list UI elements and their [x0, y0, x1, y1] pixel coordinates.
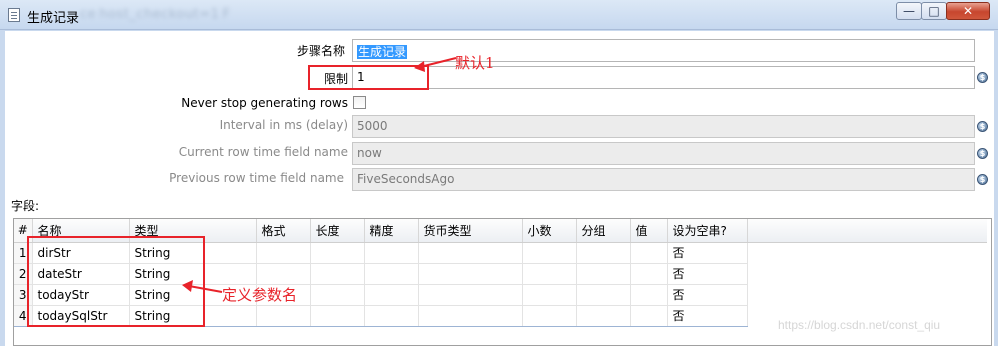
value-cell[interactable]	[630, 284, 668, 306]
column-header[interactable]: 格式	[256, 219, 311, 243]
column-header[interactable]: 设为空串?	[667, 219, 748, 243]
length-cell[interactable]	[310, 305, 365, 327]
format-cell[interactable]	[256, 305, 311, 327]
currency-cell[interactable]	[418, 263, 523, 285]
variable-icon[interactable]: $	[977, 148, 988, 159]
length-cell[interactable]	[310, 242, 365, 264]
limit-highlight-box	[308, 65, 429, 90]
column-header[interactable]: 分组	[576, 219, 631, 243]
fields-section-label: 字段:	[11, 199, 40, 213]
previous-field-input[interactable]: FiveSecondsAgo	[352, 168, 975, 191]
currency-cell[interactable]	[418, 284, 523, 306]
filler-cell	[747, 242, 987, 263]
value-cell[interactable]	[630, 305, 668, 327]
params-annotation: 定义参数名	[222, 286, 298, 304]
document-icon	[8, 8, 20, 22]
value-cell[interactable]	[630, 242, 668, 264]
previous-field-value: FiveSecondsAgo	[357, 172, 455, 186]
current-field-value: now	[357, 146, 382, 160]
interval-input[interactable]: 5000	[352, 115, 975, 138]
current-field-label: Current row time field name	[178, 145, 348, 159]
step-name-label: 步骤名称	[296, 44, 345, 58]
format-cell[interactable]	[256, 263, 311, 285]
column-header[interactable]: 精度	[364, 219, 419, 243]
minimize-icon: —	[903, 4, 915, 18]
variable-icon[interactable]: $	[977, 121, 988, 132]
precision-cell[interactable]	[364, 242, 419, 264]
precision-cell[interactable]	[364, 305, 419, 327]
maximize-icon: □	[928, 4, 940, 18]
filler-cell	[747, 284, 987, 305]
column-header[interactable]: 长度	[310, 219, 365, 243]
decimal-cell[interactable]	[522, 242, 577, 264]
default-annotation: 默认1	[455, 54, 495, 72]
column-header-filler	[747, 219, 987, 243]
currency-cell[interactable]	[418, 305, 523, 327]
format-cell[interactable]	[256, 242, 311, 264]
interval-label: Interval in ms (delay)	[219, 118, 348, 132]
column-header[interactable]: 小数	[522, 219, 577, 243]
group-cell[interactable]	[576, 263, 631, 285]
group-cell[interactable]	[576, 284, 631, 306]
decimal-cell[interactable]	[522, 284, 577, 306]
close-icon: ✕	[962, 4, 974, 18]
minimize-button[interactable]: —	[896, 2, 922, 20]
column-header[interactable]: 货币类型	[418, 219, 523, 243]
set-empty-cell[interactable]: 否	[667, 284, 748, 306]
current-field-input[interactable]: now	[352, 142, 975, 165]
arrow-icon	[182, 280, 223, 293]
close-button[interactable]: ✕	[946, 2, 990, 20]
precision-cell[interactable]	[364, 284, 419, 306]
variable-icon[interactable]: $	[977, 72, 988, 83]
decimal-cell[interactable]	[522, 305, 577, 327]
currency-cell[interactable]	[418, 242, 523, 264]
length-cell[interactable]	[310, 263, 365, 285]
group-cell[interactable]	[576, 242, 631, 264]
column-header[interactable]: 值	[630, 219, 668, 243]
interval-value: 5000	[357, 119, 388, 133]
set-empty-cell[interactable]: 否	[667, 263, 748, 285]
previous-field-label: Previous row time field name	[169, 171, 344, 185]
decimal-cell[interactable]	[522, 263, 577, 285]
window-title-suffix: ce host_checkout=1 F	[80, 7, 231, 22]
window-title: 生成记录	[27, 11, 80, 26]
set-empty-cell[interactable]: 否	[667, 242, 748, 264]
variable-icon[interactable]: $	[977, 174, 988, 185]
length-cell[interactable]	[310, 284, 365, 306]
watermark: https://blog.csdn.net/const_qiu	[778, 318, 941, 332]
never-stop-label: Never stop generating rows	[181, 96, 348, 110]
arrow-icon	[414, 57, 457, 72]
set-empty-cell[interactable]: 否	[667, 305, 748, 327]
maximize-button[interactable]: □	[921, 2, 947, 20]
step-name-value: 生成记录	[357, 45, 408, 59]
group-cell[interactable]	[576, 305, 631, 327]
title-bar: 生成记录 ce host_checkout=1 F — □ ✕	[0, 0, 998, 30]
params-highlight-box	[27, 236, 205, 327]
filler-cell	[747, 263, 987, 284]
never-stop-checkbox[interactable]	[353, 96, 366, 109]
value-cell[interactable]	[630, 263, 668, 285]
precision-cell[interactable]	[364, 263, 419, 285]
